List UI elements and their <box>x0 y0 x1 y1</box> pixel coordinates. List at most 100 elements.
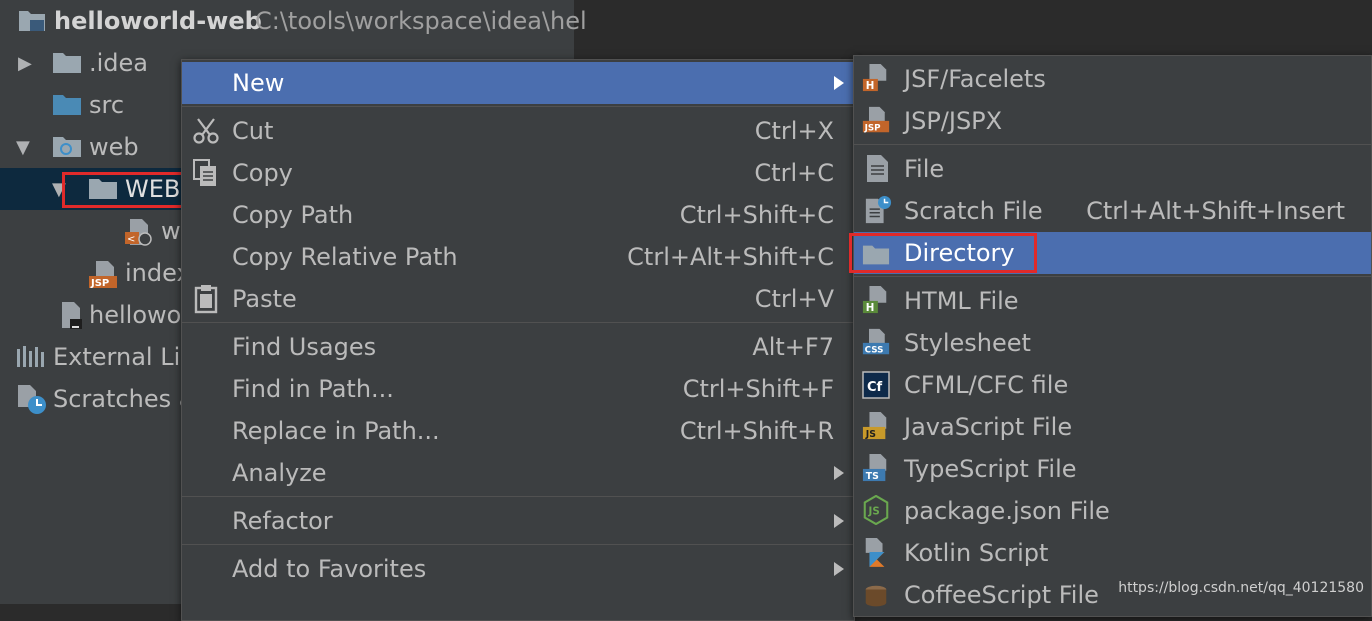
svg-text:CSS: CSS <box>865 346 884 356</box>
menu-separator <box>854 276 1371 277</box>
scratches-icon <box>18 385 46 414</box>
menu-item-shortcut: Ctrl+Shift+F <box>682 375 834 403</box>
menu-item-label: JSF/Facelets <box>904 65 1046 93</box>
context-menu: New Cut Ctrl+X Copy Ctrl+C Copy Path Ctr… <box>181 59 855 621</box>
menu-item-label: Copy Path <box>232 201 354 229</box>
svg-text:H: H <box>866 302 875 314</box>
kotlin-script-icon <box>865 538 885 567</box>
css-file-icon: CSS <box>862 328 890 356</box>
tree-item-label: .idea <box>89 49 149 77</box>
menu-item-paste[interactable]: Paste Ctrl+V <box>182 278 854 320</box>
submenu-arrow-icon <box>834 514 844 528</box>
menu-item-label: package.json File <box>904 497 1110 525</box>
submenu-item-scratch-file[interactable]: Scratch File Ctrl+Alt+Shift+Insert <box>854 190 1371 232</box>
file-icon <box>867 155 888 182</box>
javascript-file-icon: JS <box>862 412 887 440</box>
html-file-icon: H <box>862 286 887 314</box>
jsf-file-icon: H <box>862 64 887 92</box>
submenu-item-stylesheet[interactable]: CSS Stylesheet <box>854 322 1371 364</box>
menu-item-shortcut: Ctrl+Alt+Shift+Insert <box>1086 197 1345 225</box>
tree-item-label: External Lib <box>53 343 196 371</box>
source-folder-icon <box>53 95 81 115</box>
submenu-arrow-icon <box>834 76 844 90</box>
menu-item-add-to-favorites[interactable]: Add to Favorites <box>182 548 854 590</box>
tree-item-label: hellowo <box>89 301 182 329</box>
menu-item-label: Refactor <box>232 507 333 535</box>
annotation-highlight-directory <box>849 233 1037 273</box>
menu-separator <box>182 322 854 323</box>
menu-item-label: CoffeeScript File <box>904 581 1099 609</box>
new-submenu: H JSF/Facelets JSP JSP/JSPX File Scratch… <box>853 55 1372 617</box>
project-path: C:\tools\workspace\idea\hel <box>255 7 587 35</box>
menu-item-copy-relative-path[interactable]: Copy Relative Path Ctrl+Alt+Shift+C <box>182 236 854 278</box>
svg-text:Cf: Cf <box>867 380 883 395</box>
menu-item-label: Stylesheet <box>904 329 1031 357</box>
menu-item-label: JavaScript File <box>904 413 1073 441</box>
submenu-item-jsp-jspx[interactable]: JSP JSP/JSPX <box>854 100 1371 142</box>
menu-item-cut[interactable]: Cut Ctrl+X <box>182 110 854 152</box>
menu-item-refactor[interactable]: Refactor <box>182 500 854 542</box>
tree-item-label: Scratches a <box>53 385 194 413</box>
menu-item-shortcut: Ctrl+X <box>754 117 834 145</box>
submenu-item-file[interactable]: File <box>854 148 1371 190</box>
expand-arrow-icon[interactable]: ▶ <box>18 53 32 74</box>
menu-item-label: Copy Relative Path <box>232 243 458 271</box>
tree-item-label: src <box>89 91 125 119</box>
jsp-file-icon: JSP <box>862 106 890 134</box>
menu-item-shortcut: Ctrl+V <box>754 285 834 313</box>
submenu-arrow-icon <box>834 562 844 576</box>
submenu-arrow-icon <box>834 466 844 480</box>
menu-item-shortcut: Ctrl+C <box>754 159 834 187</box>
coffeescript-icon <box>865 585 887 607</box>
submenu-item-typescript-file[interactable]: TS TypeScript File <box>854 448 1371 490</box>
submenu-item-cfml-cfc-file[interactable]: Cf CFML/CFC file <box>854 364 1371 406</box>
svg-text:JSP: JSP <box>90 278 109 288</box>
tree-row-project[interactable]: helloworld-web C:\tools\workspace\idea\h… <box>0 0 587 42</box>
menu-item-replace-in-path[interactable]: Replace in Path... Ctrl+Shift+R <box>182 410 854 452</box>
watermark: https://blog.csdn.net/qq_40121580 <box>1118 580 1364 596</box>
menu-item-shortcut: Ctrl+Alt+Shift+C <box>627 243 834 271</box>
module-file-icon <box>62 302 82 329</box>
menu-separator <box>854 144 1371 145</box>
web-folder-icon <box>53 137 81 157</box>
menu-item-label: Replace in Path... <box>232 417 440 445</box>
copy-icon <box>193 159 216 186</box>
menu-item-label: Find in Path... <box>232 375 394 403</box>
submenu-item-html-file[interactable]: H HTML File <box>854 280 1371 322</box>
menu-item-label: HTML File <box>904 287 1019 315</box>
menu-item-new[interactable]: New <box>182 62 854 104</box>
menu-separator <box>182 496 854 497</box>
submenu-item-package-json[interactable]: JS package.json File <box>854 490 1371 532</box>
tree-item-label: web <box>89 133 139 161</box>
scissors-icon <box>193 118 219 144</box>
library-icon <box>17 346 44 367</box>
menu-item-label: Paste <box>232 285 297 313</box>
submenu-item-javascript-file[interactable]: JS JavaScript File <box>854 406 1371 448</box>
menu-item-shortcut: Alt+F7 <box>752 333 834 361</box>
menu-separator <box>182 106 854 107</box>
menu-item-label: JSP/JSPX <box>904 107 1003 135</box>
menu-item-label: Analyze <box>232 459 327 487</box>
menu-item-copy-path[interactable]: Copy Path Ctrl+Shift+C <box>182 194 854 236</box>
clipboard-icon <box>194 285 218 314</box>
tree-item-label: w <box>161 217 181 245</box>
submenu-item-kotlin-script[interactable]: Kotlin Script <box>854 532 1371 574</box>
cfml-file-icon: Cf <box>862 371 890 399</box>
jsp-file-icon: JSP <box>89 261 117 288</box>
svg-text:JSP: JSP <box>864 124 882 134</box>
menu-item-label: Find Usages <box>232 333 377 361</box>
svg-text:H: H <box>866 80 875 92</box>
menu-item-find-in-path[interactable]: Find in Path... Ctrl+Shift+F <box>182 368 854 410</box>
menu-item-label: New <box>232 69 285 97</box>
menu-item-analyze[interactable]: Analyze <box>182 452 854 494</box>
collapse-arrow-icon[interactable]: ▼ <box>16 137 30 158</box>
project-folder-icon <box>19 11 45 31</box>
menu-item-label: Scratch File <box>904 197 1043 225</box>
menu-item-label: File <box>904 155 945 183</box>
menu-item-find-usages[interactable]: Find Usages Alt+F7 <box>182 326 854 368</box>
project-title: helloworld-web <box>54 7 262 35</box>
submenu-item-jsf-facelets[interactable]: H JSF/Facelets <box>854 58 1371 100</box>
nodejs-icon: JS <box>863 495 889 525</box>
menu-item-copy[interactable]: Copy Ctrl+C <box>182 152 854 194</box>
menu-item-label: Cut <box>232 117 274 145</box>
